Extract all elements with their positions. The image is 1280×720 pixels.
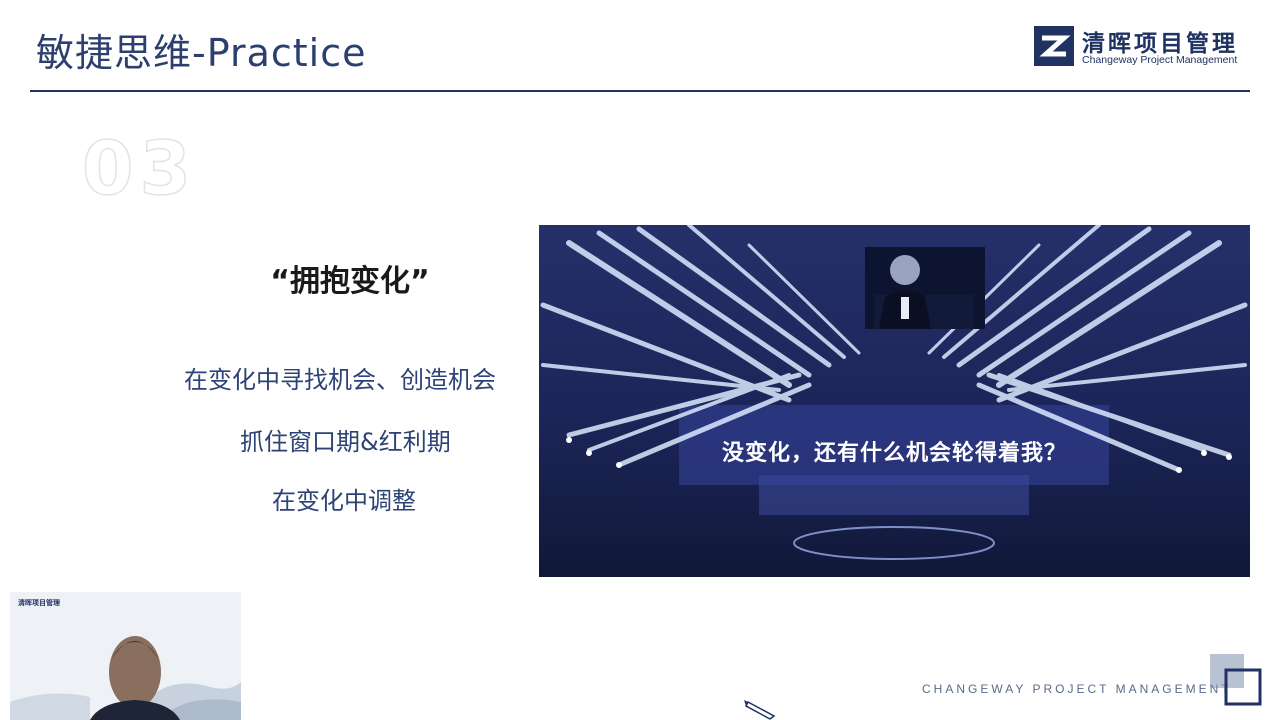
section-heading: “拥抱变化” xyxy=(270,264,430,299)
slide-title: 敏捷思维-Practice xyxy=(36,31,367,75)
photo-subtitle: 没变化，还有什么机会轮得着我？ xyxy=(721,441,1067,466)
header-divider xyxy=(30,90,1250,92)
pen-cursor-icon xyxy=(744,700,776,720)
presenter-webcam: 清晖项目管理 xyxy=(10,592,241,720)
bullet-point: 在变化中寻找机会、创造机会 xyxy=(184,366,496,394)
logo-chinese-name: 清晖项目管理 xyxy=(1082,31,1238,57)
webcam-illustration xyxy=(10,592,241,720)
bullet-point: 在变化中调整 xyxy=(272,487,416,515)
webcam-logo-text: 清晖项目管理 xyxy=(18,599,60,607)
stage-illustration xyxy=(539,225,1250,577)
logo-english-name: Changeway Project Management xyxy=(1082,54,1238,66)
stage-photo: 没变化，还有什么机会轮得着我？ xyxy=(539,225,1250,577)
changeway-logo: 清晖项目管理 Changeway Project Management xyxy=(1034,26,1254,70)
footer-brand: CHANGEWAY PROJECT MANAGEMENT xyxy=(922,682,1232,696)
bullet-point: 抓住窗口期&红利期 xyxy=(240,428,451,456)
section-number: 03 xyxy=(81,125,197,213)
corner-squares-icon xyxy=(1210,654,1262,706)
changeway-logo-icon xyxy=(1034,26,1074,66)
